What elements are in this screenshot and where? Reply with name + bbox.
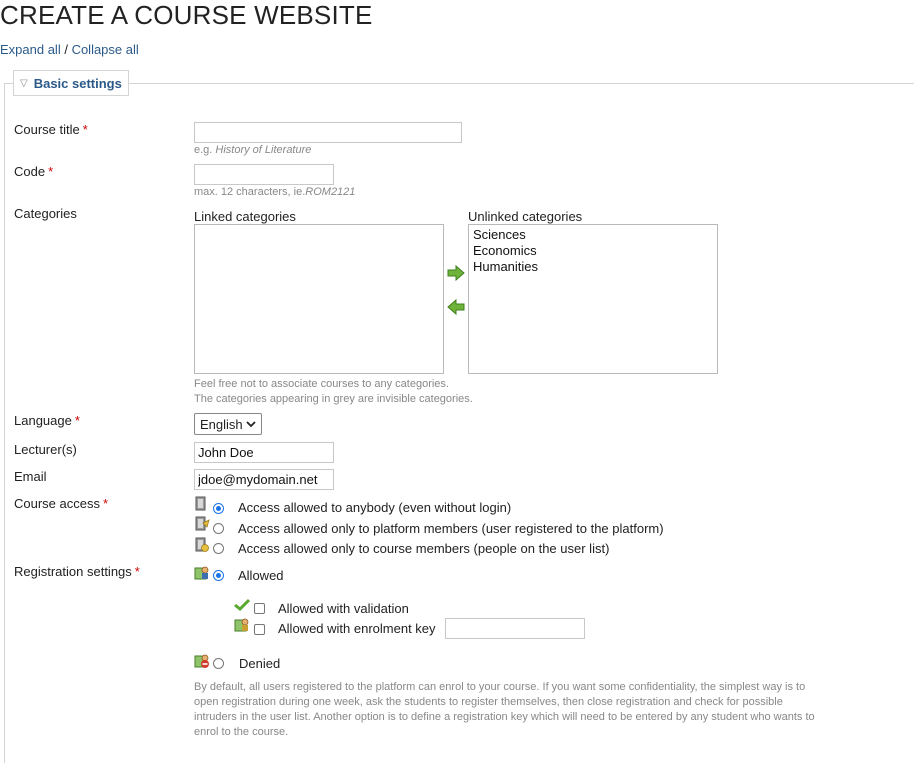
basic-settings-legend[interactable]: ▽ Basic settings [13,70,129,96]
registration-denied-icon [194,654,209,668]
course-title-hint: e.g. History of Literature [194,144,312,156]
unlinked-categories-list[interactable]: Sciences Economics Humanities [468,224,718,374]
course-access-label: Course access * [14,496,109,511]
course-title-label: Course title * [14,122,88,137]
course-access-icon [195,537,209,552]
expand-all-link[interactable]: Expand all [0,42,61,57]
collapse-all-link[interactable]: Collapse all [72,42,139,57]
registration-radio-allowed[interactable] [213,570,224,581]
code-hint: max. 12 characters, ie.ROM2121 [194,186,356,198]
registration-allowed-icon [194,566,209,580]
categories-label: Categories [14,206,77,221]
categories-hint-1: Feel free not to associate courses to an… [194,378,449,390]
course-access-radio-course[interactable] [213,543,224,554]
registration-denied-label: Denied [239,656,281,671]
lecturers-input[interactable] [194,442,334,463]
course-title-input[interactable] [194,122,462,143]
course-access-option-course: Access allowed only to course members (p… [238,541,610,556]
public-access-icon [195,496,206,511]
linked-categories-list[interactable] [194,224,444,374]
required-marker: * [82,122,88,137]
email-label: Email [14,469,47,484]
required-marker: * [102,496,109,511]
language-selected-value: English [200,416,243,432]
required-marker: * [48,164,54,179]
basic-settings-legend-label: Basic settings [33,75,122,91]
arrow-left-icon[interactable] [447,299,465,315]
registration-allowed-label: Allowed [238,568,284,583]
enrolment-key-icon [234,618,249,632]
expand-collapse-row: Expand all / Collapse all [0,42,139,58]
registration-radio-denied[interactable] [213,658,224,669]
platform-access-icon [195,516,210,531]
allowed-with-key-checkbox[interactable] [254,624,265,635]
language-select[interactable]: English [194,413,262,435]
basic-settings-fieldset [4,83,914,763]
unlinked-categories-label: Unlinked categories [468,209,583,224]
categories-hint-2: The categories appearing in grey are inv… [194,393,473,405]
course-access-option-platform: Access allowed only to platform members … [238,521,664,536]
allowed-with-key-label: Allowed with enrolment key [278,621,436,636]
linked-categories-label: Linked categories [194,209,296,224]
arrow-right-icon[interactable] [447,265,465,281]
email-input[interactable] [194,469,334,490]
enrolment-key-input[interactable] [445,618,585,639]
registration-note: By default, all users registered to the … [194,681,815,738]
list-item[interactable]: Economics [473,243,713,259]
collapse-triangle-icon: ▽ [20,77,28,89]
code-input[interactable] [194,164,334,185]
course-access-radio-platform[interactable] [213,523,224,534]
link-separator: / [60,42,72,57]
required-marker: * [134,564,140,579]
page-title: CREATE A COURSE WEBSITE [0,0,373,30]
checkmark-icon [234,598,250,612]
chevron-down-icon [246,421,256,428]
lecturers-label: Lecturer(s) [14,442,77,457]
code-label: Code * [14,164,54,179]
allowed-with-validation-checkbox[interactable] [254,603,265,614]
course-access-radio-public[interactable] [213,503,224,514]
course-access-option-public: Access allowed to anybody (even without … [238,500,512,515]
language-label: Language * [14,413,80,428]
allowed-with-validation-label: Allowed with validation [278,601,409,616]
list-item[interactable]: Sciences [473,227,713,243]
list-item[interactable]: Humanities [473,259,713,275]
registration-settings-label: Registration settings * [14,564,140,579]
required-marker: * [74,413,80,428]
